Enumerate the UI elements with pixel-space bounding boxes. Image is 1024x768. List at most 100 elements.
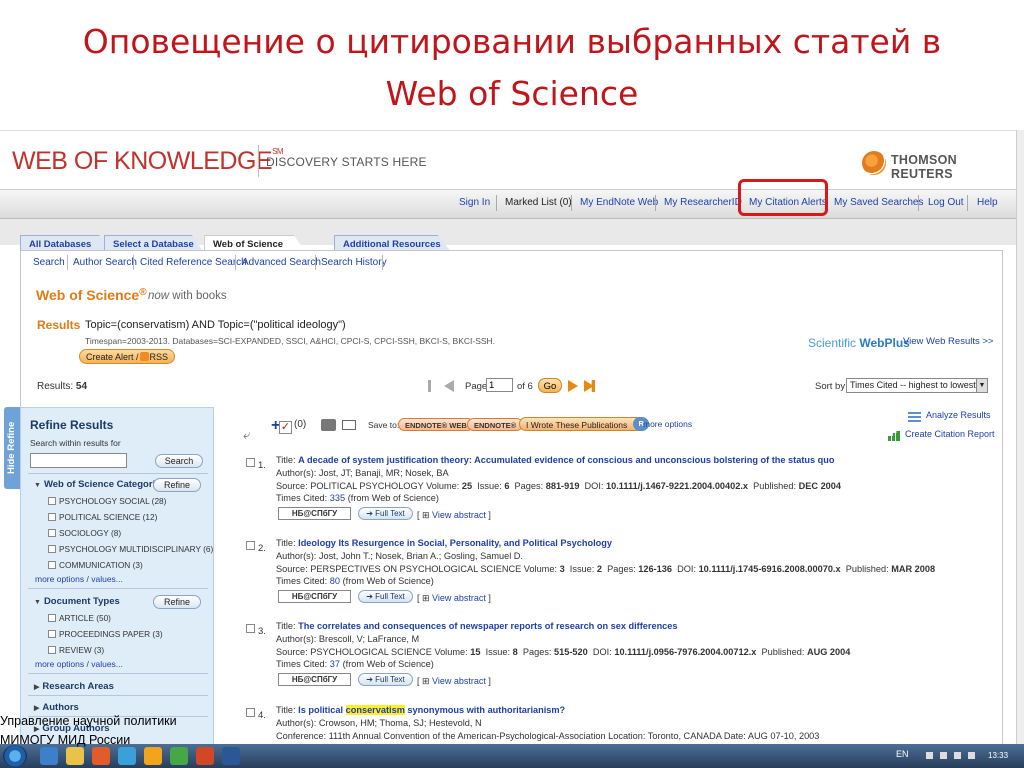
subnav-author-search[interactable]: Author Search xyxy=(73,257,137,268)
record-source: Source: PSYCHOLOGICAL SCIENCE Volume: 15… xyxy=(276,647,851,657)
checkbox[interactable] xyxy=(48,529,56,537)
i-wrote-these-button[interactable]: I Wrote These Publications R xyxy=(519,417,650,431)
ie-icon[interactable] xyxy=(40,747,58,765)
browser-icon[interactable] xyxy=(118,747,136,765)
volume-icon[interactable] xyxy=(954,752,961,759)
record-source: Source: POLITICAL PSYCHOLOGY Volume: 25 … xyxy=(276,481,842,491)
record-title[interactable]: Title: Is political conservatism synonym… xyxy=(276,705,565,715)
checkbox[interactable] xyxy=(48,646,56,654)
doctype-option[interactable]: PROCEEDINGS PAPER (3) xyxy=(48,629,163,639)
categories-refine-button[interactable]: Refine xyxy=(153,478,201,492)
language-indicator[interactable]: EN xyxy=(896,749,909,759)
record-checkbox[interactable] xyxy=(246,624,255,633)
back-arrow-icon[interactable]: ⤶ xyxy=(243,427,250,443)
category-option[interactable]: PSYCHOLOGY MULTIDISCIPLINARY (6) xyxy=(48,544,213,554)
view-abstract-link[interactable]: [ ⊞ View abstract ] xyxy=(417,676,491,687)
more-options-link[interactable]: more options xyxy=(643,419,692,429)
save-endnote-button[interactable]: ENDNOTE® xyxy=(467,418,524,431)
sort-select[interactable]: Times Cited -- highest to lowest ▼ xyxy=(846,378,988,393)
help-link[interactable]: Help xyxy=(977,197,998,208)
next-page-icon[interactable] xyxy=(568,380,578,392)
record-title[interactable]: Title: The correlates and consequences o… xyxy=(276,621,678,631)
doctypes-more-link[interactable]: more options / values... xyxy=(35,659,123,669)
publisher-name: THOMSON REUTERS xyxy=(891,153,957,181)
document-types-toggle[interactable]: Document Types xyxy=(34,596,120,607)
subnav-cited-reference-search[interactable]: Cited Reference Search xyxy=(140,257,247,268)
categories-section-toggle[interactable]: Web of Science Categories xyxy=(34,479,166,490)
powerpoint-icon[interactable] xyxy=(196,747,214,765)
sort-label: Sort by: xyxy=(815,381,848,392)
marked-list-check-icon[interactable]: ✓ xyxy=(279,421,292,434)
refine-search-button[interactable]: Search xyxy=(155,454,203,468)
view-abstract-link[interactable]: [ ⊞ View abstract ] xyxy=(417,593,491,604)
print-icon[interactable] xyxy=(321,419,336,431)
checkbox[interactable] xyxy=(48,614,56,622)
wok-logo[interactable]: WEB OF KNOWLEDGESM xyxy=(12,147,284,176)
category-option[interactable]: POLITICAL SCIENCE (12) xyxy=(48,512,157,522)
full-text-button[interactable]: ➔ Full Text xyxy=(358,507,413,520)
hide-refine-tab[interactable]: Hide Refine xyxy=(4,407,20,489)
full-text-button[interactable]: ➔ Full Text xyxy=(358,673,413,686)
subnav-search[interactable]: Search xyxy=(33,257,65,268)
start-button-icon[interactable] xyxy=(3,745,27,767)
create-alert-button[interactable]: Create Alert / RSS xyxy=(79,349,176,364)
checkbox[interactable] xyxy=(48,497,56,505)
category-option[interactable]: COMMUNICATION (3) xyxy=(48,560,143,570)
network-icon[interactable] xyxy=(940,752,947,759)
checkbox[interactable] xyxy=(48,513,56,521)
outlook-icon[interactable] xyxy=(144,747,162,765)
results-count: Results: 54 xyxy=(37,381,88,392)
scientific-webplus-logo: Scientific WebPlus xyxy=(808,336,910,350)
refine-divider xyxy=(28,673,208,674)
record-conference: Conference: 111th Annual Convention of t… xyxy=(276,731,820,741)
checkbox[interactable] xyxy=(48,545,56,553)
record-checkbox[interactable] xyxy=(246,708,255,717)
link-separator xyxy=(655,195,656,211)
page-number-input[interactable] xyxy=(486,378,513,392)
doctypes-refine-button[interactable]: Refine xyxy=(153,595,201,609)
log-out-link[interactable]: Log Out xyxy=(928,197,964,208)
email-icon[interactable] xyxy=(342,420,356,430)
power-icon[interactable] xyxy=(968,752,975,759)
record-checkbox[interactable] xyxy=(246,541,255,550)
my-researcherid-link[interactable]: My ResearcherID xyxy=(664,197,742,208)
subnav-search-history[interactable]: Search History xyxy=(321,257,387,268)
category-option[interactable]: PSYCHOLOGY SOCIAL (28) xyxy=(48,496,166,506)
record-checkbox[interactable] xyxy=(246,458,255,467)
doctype-option[interactable]: ARTICLE (50) xyxy=(48,613,111,623)
my-saved-searches-link[interactable]: My Saved Searches xyxy=(834,197,924,208)
sign-in-link[interactable]: Sign In xyxy=(459,197,490,208)
record-authors: Author(s): Jost, John T.; Nosek, Brian A… xyxy=(276,551,523,561)
full-text-button[interactable]: ➔ Full Text xyxy=(358,590,413,603)
library-link-button[interactable]: НБ@СПбГУ xyxy=(278,507,351,520)
checkbox[interactable] xyxy=(48,561,56,569)
library-link-button[interactable]: НБ@СПбГУ xyxy=(278,590,351,603)
previous-page-icon[interactable] xyxy=(444,380,454,392)
flag-icon[interactable] xyxy=(926,752,933,759)
subnav-advanced-search[interactable]: Advanced Search xyxy=(242,257,321,268)
research-areas-toggle[interactable]: Research Areas xyxy=(34,681,113,692)
folder-icon[interactable] xyxy=(66,747,84,765)
clock[interactable]: 13:33 xyxy=(988,751,1008,760)
chrome-icon[interactable] xyxy=(170,747,188,765)
record-title[interactable]: Title: Ideology Its Resurgence in Social… xyxy=(276,538,612,548)
categories-more-link[interactable]: more options / values... xyxy=(35,574,123,584)
my-endnote-web-link[interactable]: My EndNote Web xyxy=(580,197,658,208)
analyze-results-link[interactable]: Analyze Results xyxy=(926,410,991,420)
media-player-icon[interactable] xyxy=(92,747,110,765)
checkbox[interactable] xyxy=(48,630,56,638)
search-within-input[interactable] xyxy=(30,453,127,468)
category-option[interactable]: SOCIOLOGY (8) xyxy=(48,528,121,538)
go-button[interactable]: Go xyxy=(538,378,562,393)
word-icon[interactable] xyxy=(222,747,240,765)
record-title[interactable]: Title: A decade of system justification … xyxy=(276,455,835,465)
create-citation-report-link[interactable]: Create Citation Report xyxy=(905,429,995,439)
library-link-button[interactable]: НБ@СПбГУ xyxy=(278,673,351,686)
vertical-scrollbar[interactable] xyxy=(1016,130,1024,744)
doctype-option[interactable]: REVIEW (3) xyxy=(48,645,104,655)
authors-toggle[interactable]: Authors xyxy=(34,702,78,713)
view-web-results-link[interactable]: View Web Results >> xyxy=(903,336,993,347)
view-abstract-link[interactable]: [ ⊞ View abstract ] xyxy=(417,510,491,521)
save-endnote-web-button[interactable]: ENDNOTE® WEB xyxy=(398,418,474,431)
marked-list-link[interactable]: Marked List (0) xyxy=(505,197,572,208)
